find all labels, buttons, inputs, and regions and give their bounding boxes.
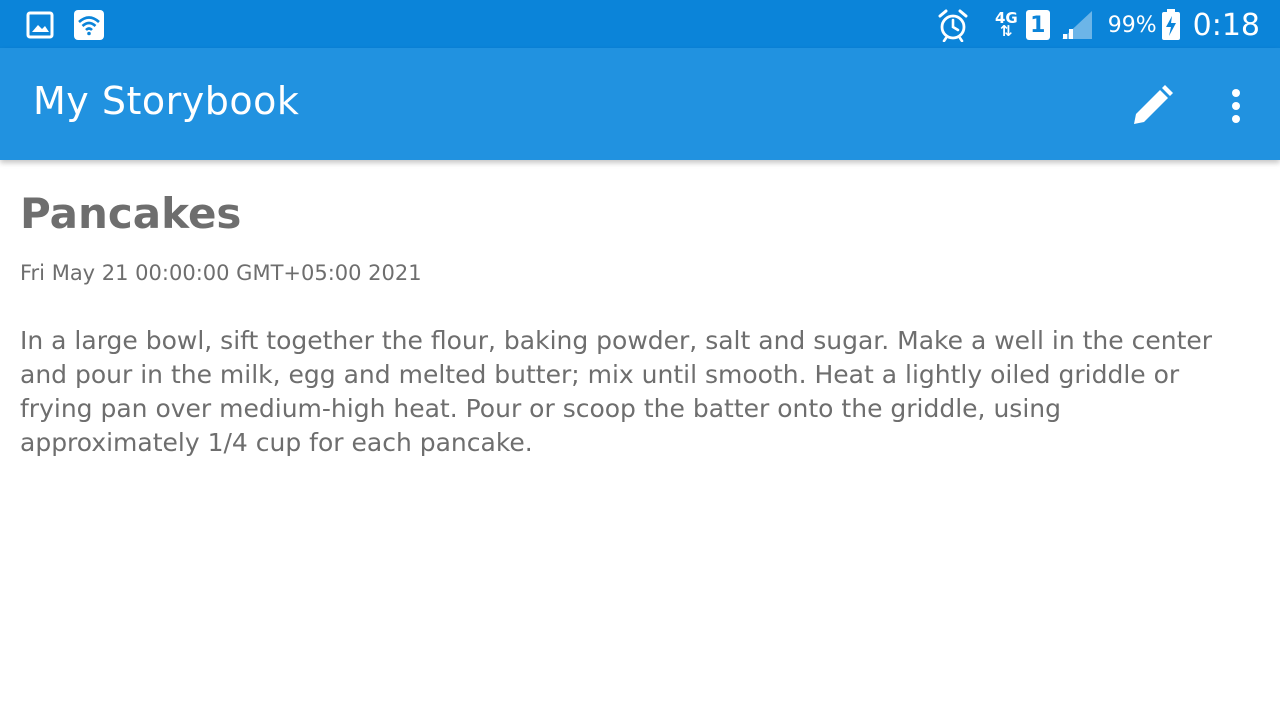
story-body: In a large bowl, sift together the flour… — [20, 326, 1213, 457]
sim-slot-badge: 1 — [1025, 10, 1050, 40]
app-bar: My Storybook — [0, 48, 1280, 160]
network-type-label: 4G ⇅ — [995, 11, 1018, 40]
story-date: Fri May 21 00:00:00 GMT+05:00 2021 — [20, 261, 422, 285]
signal-strength-icon — [1060, 9, 1094, 41]
story-content: Pancakes Fri May 21 00:00:00 GMT+05:00 2… — [20, 188, 1250, 460]
more-vertical-icon — [1230, 88, 1242, 124]
clock: 0:18 — [1192, 7, 1260, 43]
data-arrows-icon: ⇅ — [1000, 22, 1013, 40]
app-title: My Storybook — [33, 79, 300, 123]
status-right-icons: 4G ⇅ 1 99% 0:18 — [937, 6, 1260, 44]
alarm-clock-icon — [937, 8, 969, 42]
status-bar: 4G ⇅ 1 99% 0:18 — [0, 0, 1280, 48]
battery-percent: 99% — [1107, 12, 1157, 38]
gallery-icon — [26, 11, 54, 39]
edit-pencil-icon — [1130, 84, 1174, 128]
battery-charging-icon — [1161, 9, 1181, 41]
status-left-icons — [26, 10, 104, 40]
more-options-button[interactable] — [1214, 82, 1258, 130]
story-title: Pancakes — [20, 189, 242, 238]
edit-button[interactable] — [1128, 82, 1176, 130]
wifi-icon — [74, 10, 104, 40]
